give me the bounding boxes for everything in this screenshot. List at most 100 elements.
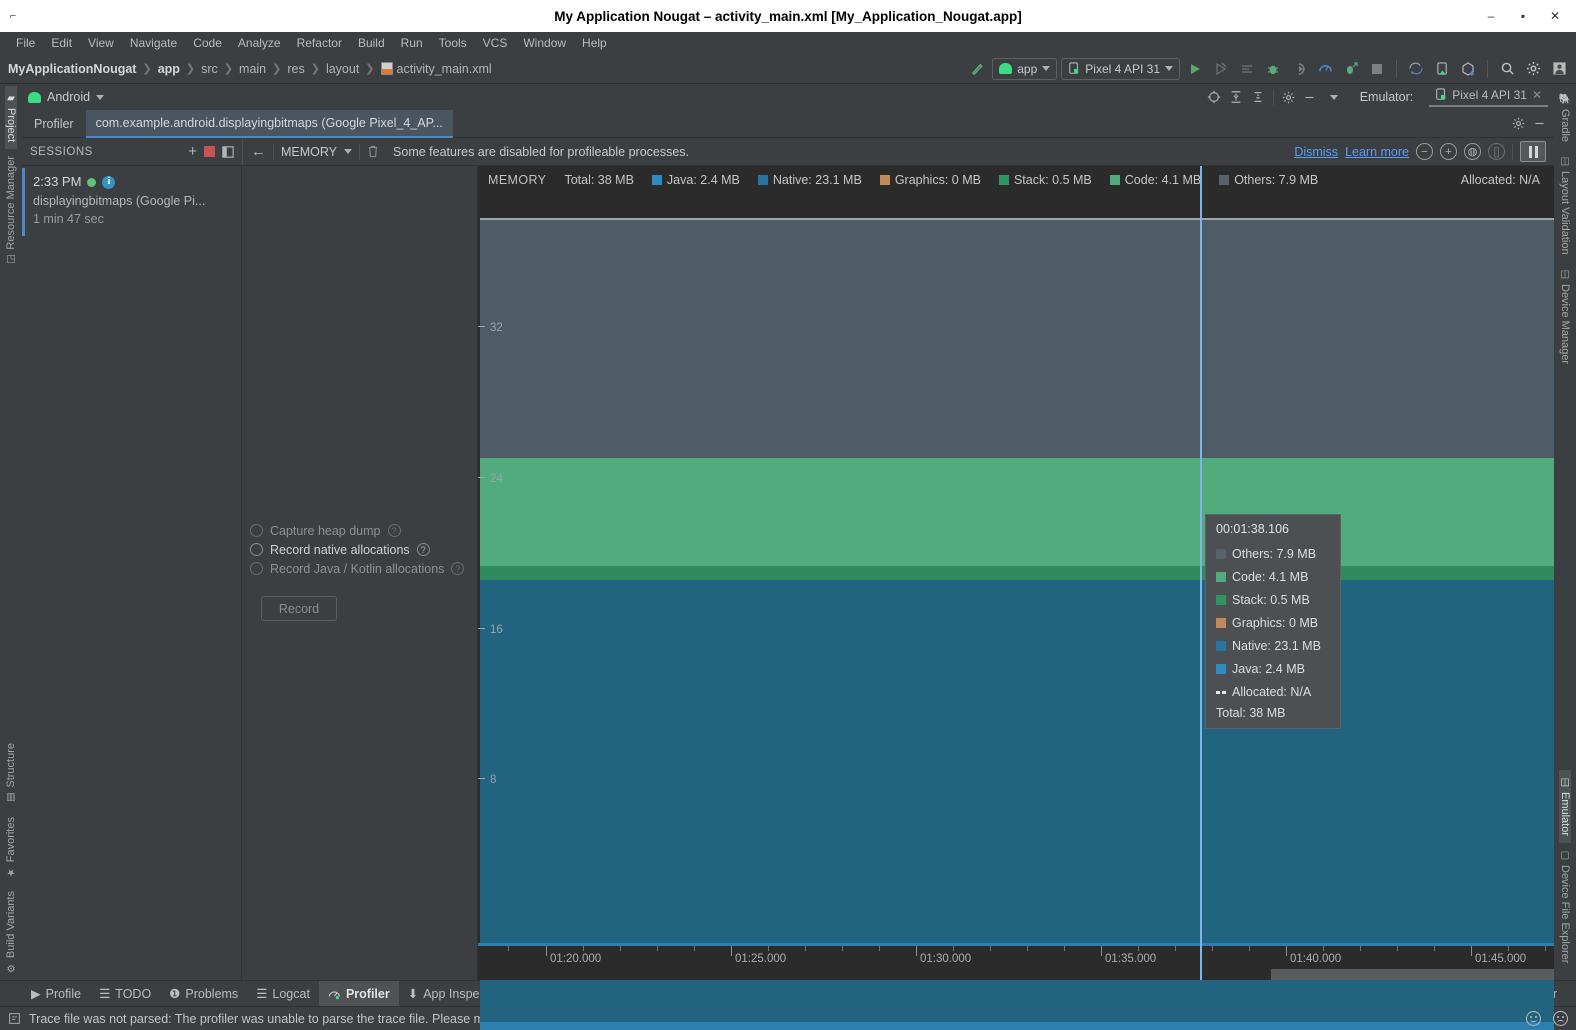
help-icon[interactable]: ? xyxy=(387,524,401,537)
option-record-native-allocations[interactable]: Record native allocations ? xyxy=(250,540,464,559)
sidebar-item-layout-validation[interactable]: ◫ Layout Validation xyxy=(1559,149,1571,262)
maximize-button[interactable]: ▪ xyxy=(1508,1,1538,31)
zoom-out-icon[interactable]: − xyxy=(1416,143,1433,160)
sidebar-item-device-file-explorer[interactable]: ▢ Device File Explorer xyxy=(1559,843,1571,970)
legend-item-code[interactable]: Code: 4.1 MB xyxy=(1109,173,1201,187)
record-button[interactable]: Record xyxy=(261,596,337,621)
expand-icon[interactable] xyxy=(1251,90,1265,104)
sidebar-item-gradle[interactable]: 🐘 Gradle xyxy=(1559,86,1571,149)
hide-profiler-icon[interactable] xyxy=(1533,117,1546,130)
stop-session-button[interactable] xyxy=(204,146,215,157)
attach-to-live-icon[interactable]: [] xyxy=(1488,143,1505,160)
menu-item-navigate[interactable]: Navigate xyxy=(122,32,185,54)
timeline-range-scrollbar[interactable] xyxy=(1271,969,1554,980)
menu-item-build[interactable]: Build xyxy=(350,32,393,54)
profiler-process-tab[interactable]: com.example.android.displayingbitmaps (G… xyxy=(85,109,453,138)
breadcrumb-item-file[interactable]: activity_main.xml xyxy=(397,62,492,76)
hide-toolwindow-icon[interactable] xyxy=(1303,91,1316,104)
session-item[interactable]: 2:33 PM i displayingbitmaps (Google Pi..… xyxy=(22,168,241,237)
stage-selector-label[interactable]: MEMORY xyxy=(281,145,337,159)
breadcrumb-item-project[interactable]: MyApplicationNougat xyxy=(8,62,136,76)
menu-item-tools[interactable]: Tools xyxy=(431,32,475,54)
learn-more-link[interactable]: Learn more xyxy=(1345,145,1409,159)
menu-item-help[interactable]: Help xyxy=(574,32,615,54)
search-icon[interactable] xyxy=(1496,58,1518,80)
legend-item-graphics[interactable]: Graphics: 0 MB xyxy=(879,173,981,187)
build-hammer-icon[interactable] xyxy=(966,58,988,80)
menu-item-run[interactable]: Run xyxy=(393,32,431,54)
profile-icon[interactable] xyxy=(1314,58,1336,80)
breadcrumb-item-app[interactable]: app xyxy=(158,62,180,76)
menu-item-code[interactable]: Code xyxy=(185,32,230,54)
avd-manager-icon[interactable] xyxy=(1431,58,1453,80)
chevron-down-icon[interactable] xyxy=(344,149,353,154)
breadcrumb-item-src[interactable]: src xyxy=(201,62,218,76)
pause-live-button[interactable] xyxy=(1520,141,1546,162)
collapse-icon[interactable] xyxy=(1229,90,1243,104)
sad-face-icon[interactable] xyxy=(1553,1011,1568,1026)
sidebar-item-emulator[interactable]: ◫ Emulator xyxy=(1559,769,1571,843)
run-configuration-selector[interactable]: app xyxy=(992,57,1058,80)
info-icon[interactable]: i xyxy=(102,175,116,189)
breadcrumb-item-layout[interactable]: layout xyxy=(326,62,359,76)
breadcrumb-item-res[interactable]: res xyxy=(287,62,304,76)
account-icon[interactable] xyxy=(1548,58,1570,80)
timeline-axis[interactable]: 01:20.000 01:25.000 01:30.000 01:35.000 … xyxy=(478,943,1554,980)
bottom-tab-logcat[interactable]: ☰ Logcat xyxy=(247,981,319,1007)
option-capture-heap-dump[interactable]: Capture heap dump ? xyxy=(250,521,464,540)
notification-icon[interactable] xyxy=(8,1012,21,1025)
sidebar-item-device-manager[interactable]: ◫ Device Manager xyxy=(1559,262,1571,371)
radio-icon[interactable] xyxy=(250,543,263,556)
run-coverage-icon[interactable] xyxy=(1340,58,1362,80)
radio-icon[interactable] xyxy=(250,524,263,537)
debug-icon[interactable] xyxy=(1262,58,1284,80)
sidebar-item-resource-manager[interactable]: ◱ Resource Manager xyxy=(5,149,17,272)
minimize-button[interactable]: ‒ xyxy=(1476,1,1506,31)
legend-item-stack[interactable]: Stack: 0.5 MB xyxy=(998,173,1092,187)
apply-code-changes-icon[interactable] xyxy=(1236,58,1258,80)
legend-item-native[interactable]: Native: 23.1 MB xyxy=(757,173,862,187)
sync-gradle-icon[interactable] xyxy=(1405,58,1427,80)
settings-gear-icon[interactable] xyxy=(1512,117,1525,130)
bottom-tab-profile[interactable]: ▶ Profile xyxy=(22,981,90,1007)
help-icon[interactable]: ? xyxy=(451,562,465,575)
sidebar-item-favorites[interactable]: ★ Favorites xyxy=(5,810,17,884)
breadcrumb-item-main[interactable]: main xyxy=(239,62,266,76)
timeline-cursor[interactable] xyxy=(1200,166,1202,980)
chevron-down-icon[interactable] xyxy=(1329,94,1338,100)
close-icon[interactable]: ✕ xyxy=(1532,88,1542,102)
add-session-button[interactable]: + xyxy=(188,143,197,160)
memory-chart[interactable]: MEMORY Total: 38 MB Java: 2.4 MB Native:… xyxy=(478,166,1554,1030)
sdk-manager-icon[interactable] xyxy=(1457,58,1479,80)
device-selector[interactable]: Pixel 4 API 31 xyxy=(1061,57,1180,80)
settings-gear-icon[interactable] xyxy=(1282,91,1295,104)
settings-gear-icon[interactable] xyxy=(1522,58,1544,80)
collapse-sessions-button[interactable] xyxy=(222,145,234,158)
target-icon[interactable] xyxy=(1207,90,1221,104)
menu-item-analyze[interactable]: Analyze xyxy=(230,32,289,54)
sidebar-item-structure[interactable]: ▥ Structure xyxy=(5,736,17,810)
menu-item-edit[interactable]: Edit xyxy=(43,32,80,54)
menu-item-window[interactable]: Window xyxy=(515,32,574,54)
help-icon[interactable]: ? xyxy=(416,543,430,556)
chevron-down-icon[interactable] xyxy=(96,94,105,100)
sidebar-item-project[interactable]: ▰ Project xyxy=(5,86,17,150)
bottom-tab-problems[interactable]: ❶ Problems xyxy=(160,981,247,1007)
run-icon[interactable] xyxy=(1184,58,1206,80)
dismiss-link[interactable]: Dismiss xyxy=(1294,145,1338,159)
menu-item-file[interactable]: File xyxy=(8,32,43,54)
radio-icon[interactable] xyxy=(250,562,263,575)
menu-item-view[interactable]: View xyxy=(80,32,122,54)
option-record-java-kotlin-allocations[interactable]: Record Java / Kotlin allocations ? xyxy=(250,559,465,578)
bottom-tab-todo[interactable]: ☰ TODO xyxy=(90,981,160,1007)
zoom-in-icon[interactable]: + xyxy=(1440,143,1457,160)
happy-face-icon[interactable] xyxy=(1526,1011,1541,1026)
attach-debugger-icon[interactable] xyxy=(1288,58,1310,80)
sidebar-item-build-variants[interactable]: ⚙ Build Variants xyxy=(5,884,17,980)
back-arrow-icon[interactable]: ← xyxy=(251,143,266,160)
close-button[interactable]: ✕ xyxy=(1540,1,1570,31)
emulator-tab[interactable]: Pixel 4 API 31 ✕ xyxy=(1429,88,1548,107)
legend-item-java[interactable]: Java: 2.4 MB xyxy=(651,173,740,187)
legend-item-others[interactable]: Others: 7.9 MB xyxy=(1219,173,1318,187)
menu-item-refactor[interactable]: Refactor xyxy=(289,32,350,54)
